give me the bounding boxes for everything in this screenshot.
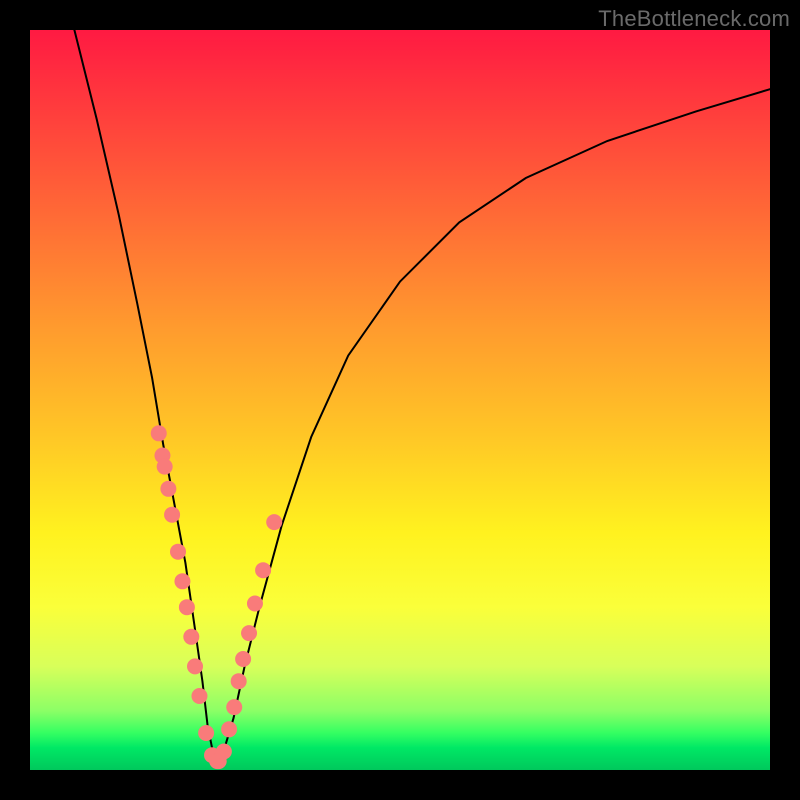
sample-dot xyxy=(235,651,251,667)
sample-dot xyxy=(170,544,186,560)
sample-dot xyxy=(266,514,282,530)
sample-dot xyxy=(231,673,247,689)
chart-frame: TheBottleneck.com xyxy=(0,0,800,800)
chart-svg xyxy=(30,30,770,770)
sample-dot xyxy=(183,629,199,645)
sample-dot xyxy=(191,688,207,704)
sample-dot xyxy=(255,562,271,578)
sample-dot xyxy=(157,459,173,475)
sample-dot xyxy=(160,481,176,497)
sample-dot xyxy=(174,573,190,589)
sample-dot xyxy=(221,721,237,737)
sample-dot xyxy=(179,599,195,615)
sample-dot xyxy=(241,625,257,641)
sample-dot xyxy=(187,658,203,674)
bottleneck-curve xyxy=(74,30,770,763)
sample-dot xyxy=(151,425,167,441)
sample-dot xyxy=(247,596,263,612)
watermark-text: TheBottleneck.com xyxy=(598,6,790,32)
sample-dot xyxy=(198,725,214,741)
sample-dot xyxy=(216,744,232,760)
sample-dot xyxy=(226,699,242,715)
plot-area xyxy=(30,30,770,770)
sample-dot xyxy=(164,507,180,523)
